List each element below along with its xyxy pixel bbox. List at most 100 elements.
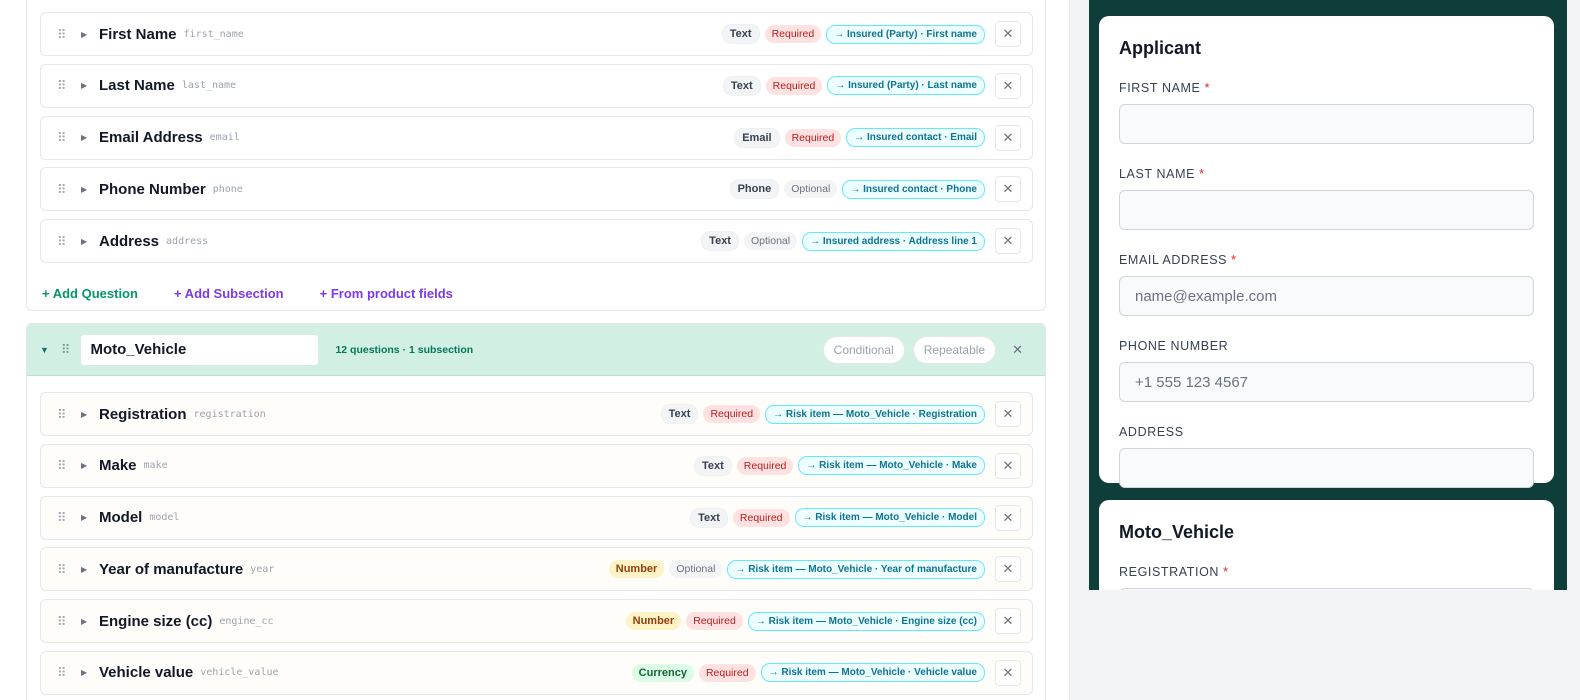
field-label: PHONE NUMBER bbox=[1119, 339, 1534, 353]
question-key: email bbox=[209, 132, 240, 143]
status-badge[interactable]: Optional bbox=[669, 560, 723, 579]
mapping-badge[interactable]: → Insured (Party) · Last name bbox=[827, 76, 985, 96]
status-badge[interactable]: Required bbox=[765, 76, 823, 95]
mapping-badge[interactable]: → Risk item — Moto_Vehicle · Vehicle val… bbox=[760, 663, 985, 683]
question-key: year bbox=[250, 563, 275, 575]
drag-handle-icon[interactable]: ⠿ bbox=[57, 131, 69, 144]
add-question-link[interactable]: + Add Question bbox=[42, 286, 138, 301]
question-key: model bbox=[149, 512, 180, 523]
status-badge[interactable]: Required bbox=[732, 508, 790, 527]
question-label: Model bbox=[99, 509, 143, 526]
remove-question-icon[interactable]: ✕ bbox=[995, 452, 1021, 479]
expand-caret-icon[interactable]: ▶ bbox=[81, 133, 89, 142]
from-product-fields-link[interactable]: + From product fields bbox=[320, 286, 453, 301]
question-row[interactable]: ⠿ ▶ Engine size (cc) engine_cc Number Require… bbox=[40, 599, 1033, 643]
conditional-toggle[interactable]: Conditional bbox=[822, 335, 905, 364]
field-input[interactable] bbox=[1119, 104, 1534, 144]
status-badge[interactable]: Required bbox=[736, 456, 794, 475]
status-badge[interactable]: Required bbox=[686, 612, 743, 630]
question-label: First Name bbox=[99, 25, 177, 43]
expand-caret-icon[interactable]: ▶ bbox=[81, 617, 89, 626]
mapping-badge[interactable]: → Insured contact · Phone bbox=[842, 179, 985, 199]
type-badge: Number bbox=[608, 560, 665, 579]
mapping-badge[interactable]: → Risk item — Moto_Vehicle · Year of man… bbox=[727, 559, 985, 579]
question-row[interactable]: ⠿ ▶ Vehicle value vehicle_value Currency Requ… bbox=[40, 650, 1033, 695]
required-marker: * bbox=[1199, 167, 1205, 181]
field-label: LAST NAME * bbox=[1119, 167, 1534, 181]
form-preview: Applicant FIRST NAME * LAST NAME * EMAIL A… bbox=[1089, 0, 1567, 628]
mapping-badge[interactable]: → Insured contact · Email bbox=[846, 128, 985, 147]
expand-caret-icon[interactable]: ▶ bbox=[81, 513, 89, 522]
expand-caret-icon[interactable]: ▶ bbox=[81, 461, 89, 470]
field-input[interactable]: +1 555 123 4567 bbox=[1119, 362, 1534, 402]
status-badge[interactable]: Required bbox=[764, 25, 822, 43]
status-badge[interactable]: Optional bbox=[784, 180, 838, 199]
drag-handle-icon[interactable]: ⠿ bbox=[57, 28, 69, 41]
question-key: make bbox=[143, 460, 168, 472]
drag-handle-icon[interactable]: ⠿ bbox=[61, 342, 70, 358]
drag-handle-icon[interactable]: ⠿ bbox=[57, 79, 69, 92]
remove-question-icon[interactable]: ✕ bbox=[995, 72, 1021, 99]
status-badge[interactable]: Required bbox=[703, 405, 761, 423]
mapping-badge[interactable]: → Risk item — Moto_Vehicle · Registratio… bbox=[765, 404, 985, 424]
expand-caret-icon[interactable]: ▶ bbox=[81, 668, 89, 677]
remove-question-icon[interactable]: ✕ bbox=[995, 556, 1021, 583]
question-key: phone bbox=[212, 183, 243, 195]
type-badge: Text bbox=[693, 455, 732, 476]
drag-handle-icon[interactable]: ⠿ bbox=[57, 511, 69, 524]
section-name-input[interactable]: Moto_Vehicle bbox=[81, 334, 319, 365]
expand-caret-icon[interactable]: ▶ bbox=[81, 81, 89, 90]
question-row[interactable]: ⠿ ▶ Year of manufacture year Number Optional →… bbox=[40, 547, 1033, 592]
remove-question-icon[interactable]: ✕ bbox=[995, 21, 1021, 47]
preview-card-applicant: Applicant FIRST NAME * LAST NAME * EMAIL A… bbox=[1099, 16, 1554, 488]
remove-question-icon[interactable]: ✕ bbox=[995, 401, 1021, 427]
type-badge: Phone bbox=[729, 179, 780, 200]
repeatable-toggle[interactable]: Repeatable bbox=[912, 335, 997, 364]
drag-handle-icon[interactable]: ⠿ bbox=[57, 615, 69, 628]
question-row[interactable]: ⠿ ▶ Address address Text Optional → Insured ad… bbox=[40, 219, 1033, 263]
drag-handle-icon[interactable]: ⠿ bbox=[57, 563, 69, 576]
question-row[interactable]: ⠿ ▶ Last Name last_name Text Required → Insure… bbox=[40, 63, 1033, 108]
collapse-caret-icon[interactable]: ▼ bbox=[40, 345, 49, 355]
remove-question-icon[interactable]: ✕ bbox=[995, 228, 1021, 254]
type-badge: Currency bbox=[631, 663, 694, 682]
question-label: Registration bbox=[99, 405, 187, 423]
expand-caret-icon[interactable]: ▶ bbox=[81, 565, 89, 574]
status-badge[interactable]: Optional bbox=[743, 232, 798, 250]
required-marker: * bbox=[1231, 253, 1237, 267]
drag-handle-icon[interactable]: ⠿ bbox=[57, 666, 69, 679]
status-badge[interactable]: Required bbox=[784, 128, 842, 147]
remove-section-icon[interactable]: ✕ bbox=[1012, 342, 1023, 358]
drag-handle-icon[interactable]: ⠿ bbox=[57, 408, 69, 421]
field-input[interactable] bbox=[1119, 448, 1534, 488]
remove-question-icon[interactable]: ✕ bbox=[995, 124, 1021, 151]
remove-question-icon[interactable]: ✕ bbox=[995, 659, 1021, 686]
expand-caret-icon[interactable]: ▶ bbox=[81, 185, 89, 194]
status-badge[interactable]: Required bbox=[698, 663, 756, 682]
mapping-badge[interactable]: → Risk item — Moto_Vehicle · Make bbox=[798, 456, 985, 476]
question-row[interactable]: ⠿ ▶ Email Address email Email Required → Insur… bbox=[40, 115, 1033, 160]
expand-caret-icon[interactable]: ▶ bbox=[81, 30, 89, 39]
question-row[interactable]: ⠿ ▶ Make make Text Required → Risk item — Moto… bbox=[40, 443, 1033, 488]
question-label: Year of manufacture bbox=[99, 560, 244, 578]
question-row[interactable]: ⠿ ▶ Registration registration Text Required → … bbox=[40, 392, 1033, 436]
mapping-badge[interactable]: → Insured address · Address line 1 bbox=[802, 231, 985, 251]
drag-handle-icon[interactable]: ⠿ bbox=[57, 459, 69, 472]
add-subsection-link[interactable]: + Add Subsection bbox=[174, 286, 284, 301]
question-row[interactable]: ⠿ ▶ Phone Number phone Phone Optional → Insure… bbox=[40, 167, 1033, 212]
mapping-badge[interactable]: → Risk item — Moto_Vehicle · Engine size… bbox=[747, 611, 985, 631]
section-header: ▼ ⠿ Moto_Vehicle 12 questions · 1 subsec… bbox=[27, 324, 1045, 376]
question-row[interactable]: ⠿ ▶ Model model Text Required → Risk item — Mo… bbox=[40, 495, 1033, 540]
drag-handle-icon[interactable]: ⠿ bbox=[57, 235, 69, 248]
mapping-badge[interactable]: → Insured (Party) · First name bbox=[826, 24, 985, 44]
question-row[interactable]: ⠿ ▶ First Name first_name Text Required → Insu… bbox=[40, 12, 1033, 56]
field-input[interactable] bbox=[1119, 190, 1534, 230]
remove-question-icon[interactable]: ✕ bbox=[995, 504, 1021, 531]
mapping-badge[interactable]: → Risk item — Moto_Vehicle · Model bbox=[794, 508, 985, 527]
expand-caret-icon[interactable]: ▶ bbox=[81, 237, 89, 246]
remove-question-icon[interactable]: ✕ bbox=[995, 608, 1021, 634]
expand-caret-icon[interactable]: ▶ bbox=[81, 410, 89, 419]
drag-handle-icon[interactable]: ⠿ bbox=[57, 183, 69, 196]
field-input[interactable]: name@example.com bbox=[1119, 276, 1534, 316]
remove-question-icon[interactable]: ✕ bbox=[995, 176, 1021, 203]
